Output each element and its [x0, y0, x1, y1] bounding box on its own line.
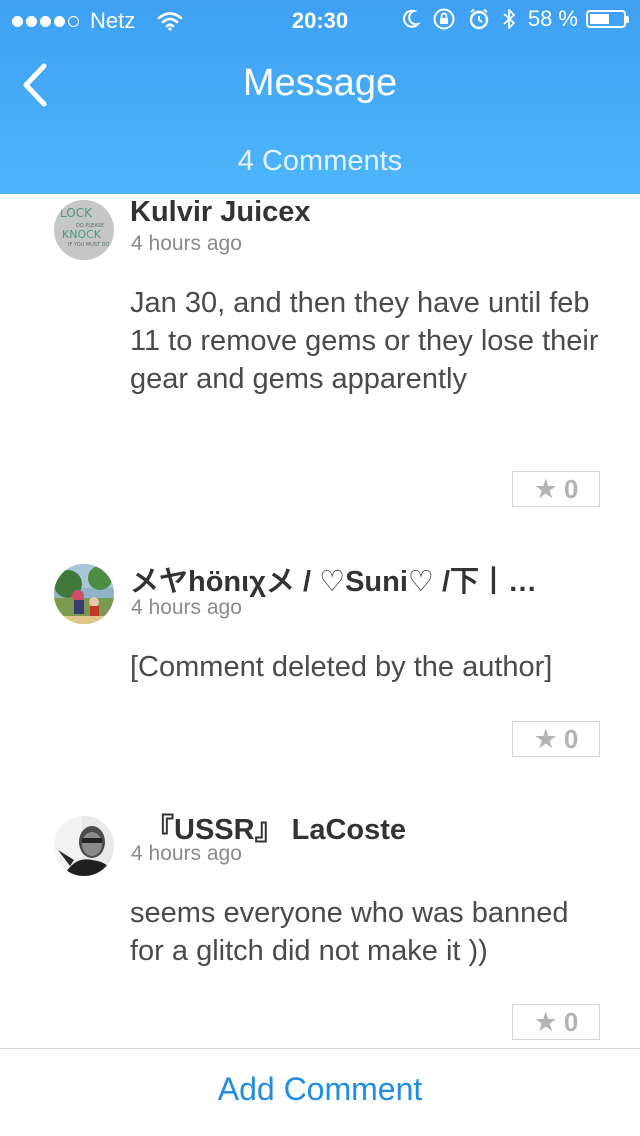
bluetooth-icon: [502, 7, 516, 31]
like-button[interactable]: ★ 0: [512, 1004, 600, 1040]
comment-time: 4 hours ago: [131, 596, 242, 619]
comment-author[interactable]: メヤhönιχメ / ♡Suni♡ /下丨…: [130, 558, 600, 600]
star-icon: ★: [533, 723, 558, 754]
battery-icon: [586, 10, 629, 28]
battery-percent: 58 %: [527, 6, 578, 31]
comment-time: 4 hours ago: [131, 842, 242, 865]
status-bar: Netz 20:30 58 %: [0, 0, 640, 40]
like-count: 0: [563, 473, 579, 504]
comment-list: LOCK DO PLEASE KNOCK IF YOU MUST DO Kulv…: [0, 194, 640, 1048]
avatar[interactable]: [54, 564, 114, 624]
status-right: 58 %: [390, 6, 629, 32]
comment-item: LOCK DO PLEASE KNOCK IF YOU MUST DO Kulv…: [0, 194, 640, 534]
star-icon: ★: [533, 473, 558, 504]
comment-item: メヤhönιχメ / ♡Suni♡ /下丨… 4 hours ago [Comm…: [0, 558, 640, 788]
alarm-icon: [468, 8, 490, 30]
star-icon: ★: [533, 1006, 558, 1037]
comment-author[interactable]: Kulvir Juicex: [130, 196, 600, 229]
add-comment-button[interactable]: Add Comment: [0, 1071, 640, 1108]
comment-body: [Comment deleted by the author]: [130, 651, 553, 683]
svg-text:LOCK: LOCK: [60, 206, 93, 220]
like-count: 0: [563, 723, 579, 754]
comment-item: 『USSR』 LaCoste 4 hours ago seems everyon…: [0, 808, 640, 1048]
comment-time: 4 hours ago: [131, 232, 242, 255]
rotation-lock-icon: [432, 7, 456, 31]
message-screen: Netz 20:30 58 % Message 4 Comments LOCK …: [0, 0, 640, 1136]
battery-level: [590, 14, 609, 24]
moon-icon: [402, 9, 420, 29]
header: Netz 20:30 58 % Message 4 Comments: [0, 0, 640, 194]
footer-bar: Add Comment: [0, 1048, 640, 1136]
avatar[interactable]: LOCK DO PLEASE KNOCK IF YOU MUST DO: [54, 200, 114, 260]
page-title: Message: [242, 62, 398, 104]
svg-text:KNOCK: KNOCK: [62, 228, 102, 241]
comment-count: 4 Comments: [237, 145, 403, 177]
comment-body: seems everyone who was banned for a glit…: [130, 897, 569, 967]
like-count: 0: [563, 1006, 579, 1037]
comment-body: Jan 30, and then they have until feb 11 …: [130, 287, 599, 395]
like-button[interactable]: ★ 0: [512, 471, 600, 507]
like-button[interactable]: ★ 0: [512, 721, 600, 757]
avatar[interactable]: [54, 816, 114, 876]
svg-text:IF YOU MUST DO: IF YOU MUST DO: [68, 242, 110, 248]
